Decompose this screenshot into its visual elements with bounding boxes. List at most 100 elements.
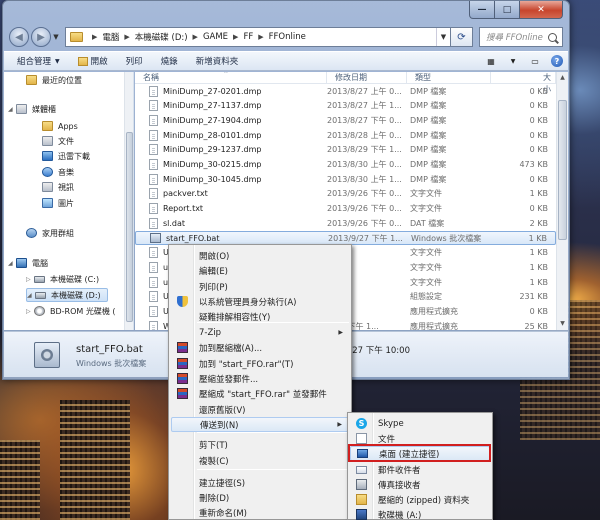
- nav-item-music[interactable]: 音樂: [42, 165, 74, 179]
- send-to-item[interactable]: 傳真接收者: [350, 477, 490, 492]
- minimize-button[interactable]: —: [469, 1, 495, 19]
- view-options-button[interactable]: ▦: [480, 53, 502, 69]
- nav-item-xunlei-downloads[interactable]: 迅雷下載: [42, 149, 90, 163]
- breadcrumb-ffonline[interactable]: FFOnline: [269, 32, 306, 42]
- breadcrumb-separator-icon[interactable]: ▶: [193, 33, 198, 41]
- nav-item-videos[interactable]: 視訊: [42, 180, 74, 194]
- file-row[interactable]: MiniDump_29-1237.dmp 2013/8/29 下午 1... DMP…: [135, 143, 556, 157]
- nav-item-libraries[interactable]: ◢ 媒體櫃: [8, 102, 56, 116]
- file-row[interactable]: sl.dat 2013/9/26 下午 0... DAT 檔案 2 KB: [135, 216, 556, 230]
- nav-item-drive-d[interactable]: ◢ 本機磁碟 (D:): [26, 288, 108, 302]
- context-menu-item[interactable]: 壓縮並發郵件...: [171, 371, 349, 386]
- column-header-date[interactable]: 修改日期: [327, 72, 407, 83]
- context-menu-item[interactable]: 開啟(O): [171, 248, 349, 263]
- nav-item-drive-c[interactable]: ▷ 本機磁碟 (C:): [26, 272, 99, 286]
- context-menu-item[interactable]: 加到 "start_FFO.rar"(T): [171, 356, 349, 371]
- search-input[interactable]: 搜尋 FFOnline: [479, 27, 563, 47]
- organize-button[interactable]: 組合管理 ▼: [8, 55, 69, 67]
- nav-item-label: 本機磁碟 (C:): [50, 274, 100, 284]
- open-icon: [77, 56, 88, 66]
- address-bar[interactable]: ▶ 電腦 ▶ 本機磁碟 (D:) ▶ GAME ▶ FF ▶ FFOnline …: [65, 27, 451, 47]
- search-icon[interactable]: [548, 32, 557, 42]
- menu-item-label: 壓縮並發郵件...: [199, 374, 259, 385]
- file-list-scroll-thumb[interactable]: [558, 100, 567, 240]
- file-row[interactable]: MiniDump_27-1137.dmp 2013/8/27 上午 1... DMP…: [135, 99, 556, 113]
- recent-pages-dropdown[interactable]: ▼: [51, 33, 61, 41]
- column-header-type[interactable]: 類型: [407, 72, 491, 83]
- context-menu-item[interactable]: 剪下(T): [171, 437, 349, 452]
- preview-pane-button[interactable]: ▭: [524, 53, 546, 69]
- context-menu-item[interactable]: 重新命名(M): [171, 505, 349, 520]
- fax-icon: [356, 479, 367, 490]
- expand-triangle-icon[interactable]: ▷: [26, 276, 34, 283]
- context-menu-item[interactable]: 疑難排解相容性(Y): [171, 309, 349, 324]
- print-button[interactable]: 列印: [117, 55, 152, 67]
- menu-item-label: 壓縮成 "start_FFO.rar" 並發郵件: [199, 389, 327, 400]
- refresh-button[interactable]: ⟳: [451, 27, 473, 47]
- context-menu-item[interactable]: 還原舊版(V): [171, 402, 349, 417]
- file-row[interactable]: MiniDump_27-0201.dmp 2013/8/27 上午 0... DMP…: [135, 84, 556, 98]
- context-menu-item[interactable]: 壓縮成 "start_FFO.rar" 並發郵件: [171, 386, 349, 401]
- context-menu-item[interactable]: 7-Zip ▶: [171, 325, 349, 340]
- collapse-triangle-icon[interactable]: ◢: [27, 292, 35, 299]
- file-row[interactable]: MiniDump_30-0215.dmp 2013/8/30 上午 0... DMP…: [135, 158, 556, 172]
- context-menu-item[interactable]: 傳送到(N) ▶: [171, 417, 349, 432]
- nav-item-documents[interactable]: 文件: [42, 134, 74, 148]
- context-menu-item[interactable]: 刪除(D): [171, 490, 349, 505]
- file-row[interactable]: MiniDump_30-1045.dmp 2013/8/30 上午 1... DMP…: [135, 172, 556, 186]
- column-header-name[interactable]: ⌃ 名稱: [135, 72, 327, 83]
- nav-item-pictures[interactable]: 圖片: [42, 196, 74, 210]
- maximize-button[interactable]: □: [495, 1, 520, 19]
- view-dropdown[interactable]: ▼: [502, 53, 524, 69]
- file-row[interactable]: start_FFO.bat 2013/9/27 下午 1... Windows 批次…: [135, 231, 556, 245]
- context-menu-item[interactable]: 列印(P): [171, 279, 349, 294]
- context-menu-item[interactable]: 編輯(E): [171, 263, 349, 278]
- back-button[interactable]: ◀: [9, 27, 29, 47]
- context-menu-item[interactable]: 建立捷徑(S): [171, 475, 349, 490]
- breadcrumb-drive-d[interactable]: 本機磁碟 (D:): [135, 31, 188, 43]
- breadcrumb-separator-icon[interactable]: ▶: [124, 33, 129, 41]
- collapse-triangle-icon[interactable]: ◢: [8, 260, 16, 267]
- scroll-up-icon[interactable]: ▲: [557, 72, 568, 84]
- breadcrumb-ff[interactable]: FF: [243, 32, 253, 42]
- send-to-item[interactable]: S Skype: [350, 416, 490, 431]
- nav-item-bd-rom[interactable]: ▷ BD-ROM 光碟機 (: [26, 304, 116, 318]
- address-dropdown-icon[interactable]: ▼: [436, 28, 450, 46]
- context-menu-item[interactable]: 以系統管理員身分執行(A): [171, 294, 349, 309]
- burn-button[interactable]: 燒錄: [152, 55, 187, 67]
- breadcrumb-game[interactable]: GAME: [203, 32, 228, 42]
- context-menu-item[interactable]: 加到壓縮檔(A)...: [171, 340, 349, 355]
- column-header-size[interactable]: 大小: [491, 72, 556, 94]
- context-menu-item[interactable]: 複製(C): [171, 453, 349, 468]
- send-to-item[interactable]: 郵件收件者: [350, 462, 490, 477]
- file-row[interactable]: Report.txt 2013/9/26 下午 0... 文字文件 0 KB: [135, 202, 556, 216]
- nav-item-homegroup[interactable]: 家用群組: [26, 226, 74, 240]
- nav-scrollbar[interactable]: [124, 72, 133, 330]
- send-to-submenu: S Skype 文件 桌面 (建立捷徑) 郵件收件者 傳真接收者 壓縮的 (zipped) …: [347, 412, 493, 520]
- send-to-item[interactable]: 壓縮的 (zipped) 資料夾: [350, 492, 490, 507]
- breadcrumb-separator-icon[interactable]: ▶: [92, 33, 97, 41]
- nav-item-recent-places[interactable]: 最近的位置: [26, 73, 82, 87]
- expand-triangle-icon[interactable]: ▷: [26, 308, 34, 315]
- nav-item-label: 視訊: [58, 182, 74, 192]
- file-row[interactable]: MiniDump_28-0101.dmp 2013/8/28 上午 0... DMP…: [135, 128, 556, 142]
- collapse-triangle-icon[interactable]: ◢: [8, 106, 16, 113]
- send-to-item[interactable]: 軟碟機 (A:): [350, 507, 490, 520]
- breadcrumb-separator-icon[interactable]: ▶: [258, 33, 263, 41]
- file-row[interactable]: packver.txt 2013/9/26 下午 0... 文字文件 1 KB: [135, 187, 556, 201]
- forward-button[interactable]: ▶: [31, 27, 51, 47]
- help-button[interactable]: ?: [546, 53, 568, 69]
- breadcrumb-computer[interactable]: 電腦: [102, 31, 119, 43]
- close-button[interactable]: ✕: [520, 1, 563, 19]
- nav-item-apps[interactable]: Apps: [42, 119, 78, 133]
- file-list-scrollbar[interactable]: ▲ ▼: [556, 72, 568, 330]
- file-row[interactable]: MiniDump_27-1904.dmp 2013/8/27 下午 0... DMP…: [135, 113, 556, 127]
- breadcrumb-separator-icon[interactable]: ▶: [233, 33, 238, 41]
- new-folder-button[interactable]: 新增資料夾: [187, 55, 248, 67]
- scroll-down-icon[interactable]: ▼: [557, 318, 568, 330]
- nav-item-computer[interactable]: ◢ 電腦: [8, 256, 48, 270]
- open-button[interactable]: 開啟: [69, 55, 117, 67]
- nav-scroll-thumb[interactable]: [126, 132, 133, 322]
- menu-item-label: 複製(C): [199, 456, 229, 467]
- file-icon: [149, 100, 158, 112]
